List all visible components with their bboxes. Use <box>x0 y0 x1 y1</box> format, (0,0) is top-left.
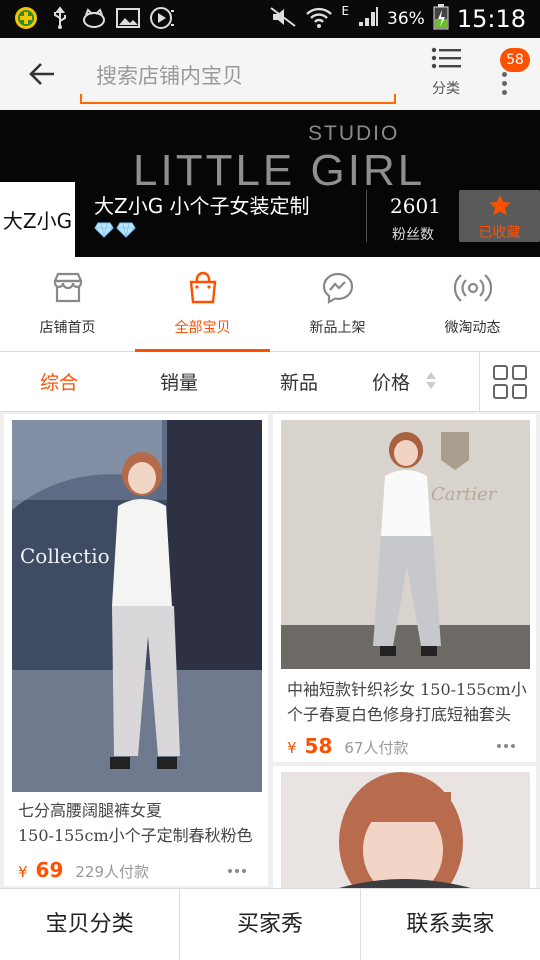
wifi-icon <box>305 6 333 32</box>
sold-count: 67人付款 <box>344 739 409 757</box>
notification-badge: 58 <box>500 48 530 72</box>
search-input[interactable]: 搜索店铺内宝贝 <box>80 52 396 104</box>
back-button[interactable] <box>22 56 62 92</box>
sort-arrows-icon <box>426 372 436 389</box>
tab-label: 新品上架 <box>309 320 366 336</box>
wall-text: Collectio <box>20 544 110 568</box>
tab-weitao-feed[interactable]: 微淘动态 <box>405 257 540 351</box>
shop-logo[interactable]: 大Z小G <box>0 182 75 257</box>
wall-text: Cartier <box>431 484 498 505</box>
chat-bubble-icon <box>322 272 353 304</box>
more-menu-button[interactable]: 58 <box>488 46 530 102</box>
banner-studio-text: STUDIO <box>308 122 400 145</box>
buyer-show-button[interactable]: 买家秀 <box>179 889 359 960</box>
product-title-line2: 150-155cm小个子定制春秋粉色 <box>18 826 253 845</box>
sort-newest[interactable]: 新品 <box>280 368 318 395</box>
shop-logo-text: 大Z小G <box>2 209 73 233</box>
shopping-bag-icon <box>189 271 216 304</box>
app-icon <box>14 6 38 30</box>
product-title-line1: 中袖短款针织衫女 150-155cm小 <box>287 680 527 699</box>
tab-all-items[interactable]: 全部宝贝 <box>135 257 270 352</box>
product-card[interactable] <box>273 766 536 888</box>
battery-percent: 36% <box>387 9 425 29</box>
product-image: Cartier <box>281 420 530 669</box>
sort-price[interactable]: 价格 <box>372 368 410 395</box>
product-price: 58 <box>304 734 333 758</box>
usb-icon <box>48 6 72 30</box>
sort-sales[interactable]: 销量 <box>160 368 198 395</box>
signal-icon <box>357 6 379 32</box>
price-row: ¥ 58 67人付款 <box>287 734 408 758</box>
grid-view-toggle[interactable] <box>479 352 540 412</box>
shop-banner: STUDIO LITTLE GIRL 大Z小G 大Z小G 小个子女装定制 260… <box>0 110 540 257</box>
item-categories-button[interactable]: 宝贝分类 <box>0 889 179 960</box>
diamond-icon <box>94 222 114 238</box>
product-price: 69 <box>35 858 64 882</box>
tab-new-arrivals[interactable]: 新品上架 <box>270 257 405 351</box>
favorite-label: 已收藏 <box>478 225 521 241</box>
more-vertical-icon <box>502 72 507 95</box>
banner-brand-text: LITTLE GIRL <box>133 146 426 195</box>
contact-seller-button[interactable]: 联系卖家 <box>359 889 540 960</box>
image-icon <box>116 6 140 30</box>
product-card[interactable]: Collectio 七分高腰阔腿裤女夏 150-155cm小个子定制春秋粉色 ¥… <box>4 414 268 886</box>
diamond-icon <box>116 222 136 238</box>
star-icon <box>488 195 511 216</box>
cat-icon <box>82 6 106 30</box>
tab-label: 店铺首页 <box>39 320 96 336</box>
search-placeholder: 搜索店铺内宝贝 <box>96 64 243 88</box>
favorite-button[interactable]: 已收藏 <box>459 190 540 242</box>
tab-label: 微淘动态 <box>444 320 501 336</box>
category-button[interactable]: 分类 <box>418 46 474 106</box>
tab-shop-home[interactable]: 店铺首页 <box>0 257 135 351</box>
top-bar: 搜索店铺内宝贝 分类 58 <box>0 38 540 110</box>
media-icon <box>150 6 174 30</box>
product-title-line1: 七分高腰阔腿裤女夏 <box>18 801 163 820</box>
clock: 15:18 <box>456 5 526 33</box>
product-title-line2: 个子春夏白色修身打底短袖套头 <box>287 705 512 724</box>
shop-rating <box>94 222 136 238</box>
tab-label: 全部宝贝 <box>174 320 231 336</box>
list-icon <box>431 47 461 69</box>
store-icon <box>53 272 82 303</box>
shop-nav: 店铺首页 全部宝贝 新品上架 微淘动态 <box>0 257 540 352</box>
more-options-icon[interactable] <box>497 744 515 748</box>
product-image <box>281 772 530 888</box>
price-row: ¥ 69 229人付款 <box>18 858 149 882</box>
network-type: E <box>341 4 350 18</box>
grid-icon <box>493 365 527 399</box>
currency-symbol: ¥ <box>18 863 28 881</box>
fans-label: 粉丝数 <box>392 227 434 243</box>
sort-bar: 综合 销量 新品 价格 <box>0 352 540 412</box>
bottom-bar: 宝贝分类 买家秀 联系卖家 <box>0 888 540 960</box>
broadcast-icon <box>453 274 492 302</box>
battery-icon <box>433 4 449 34</box>
product-image: Collectio <box>12 420 262 792</box>
arrow-left-icon <box>29 63 54 85</box>
status-bar: E 36% 15:18 <box>0 0 540 38</box>
sold-count: 229人付款 <box>75 863 150 881</box>
category-label: 分类 <box>432 81 460 97</box>
currency-symbol: ¥ <box>287 739 297 757</box>
more-options-icon[interactable] <box>228 869 246 873</box>
fans-count: 2601 <box>390 194 441 218</box>
sort-comprehensive[interactable]: 综合 <box>40 368 78 395</box>
shop-name: 大Z小G 小个子女装定制 <box>94 194 310 218</box>
mute-icon <box>269 6 297 32</box>
product-card[interactable]: Cartier 中袖短款针织衫女 150-155cm小 个子春夏白色修身打底短袖… <box>273 414 536 762</box>
